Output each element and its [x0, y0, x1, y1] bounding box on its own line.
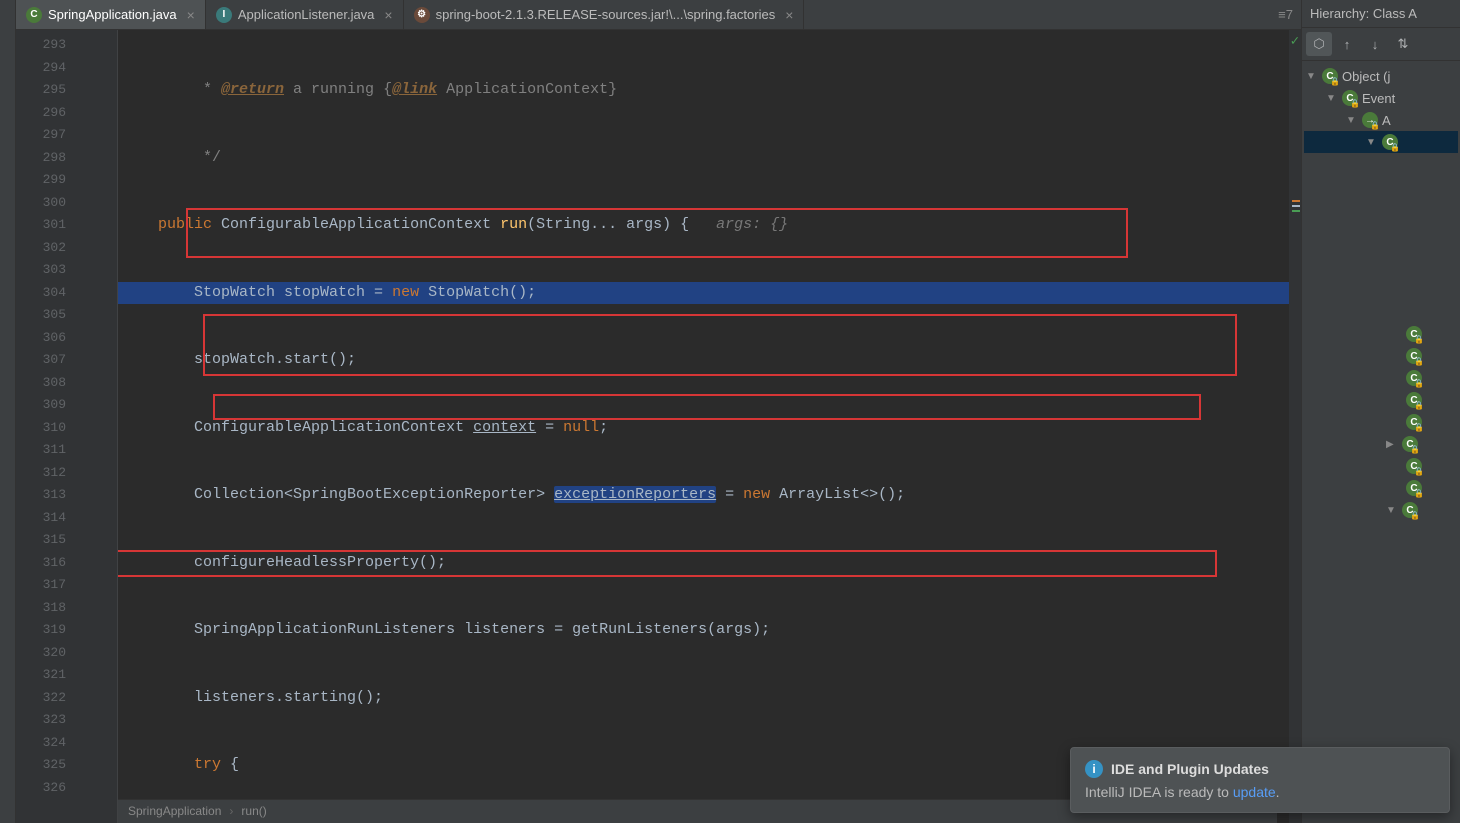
hierarchy-toolbar: ⬡ ↑ ↓ ⇅ — [1302, 28, 1460, 61]
class-icon: C🔒 — [1406, 480, 1422, 496]
tab-label: ApplicationListener.java — [238, 7, 375, 22]
tree-label: A — [1382, 113, 1391, 128]
subtype-hierarchy-button[interactable]: ↓ — [1362, 32, 1388, 56]
inspection-ok-icon: ✓ — [1291, 33, 1299, 50]
breadcrumb-class[interactable]: SpringApplication — [128, 800, 221, 823]
class-icon: C🔒 — [1406, 414, 1422, 430]
code-editor[interactable]: * @return a running {@link ApplicationCo… — [118, 30, 1289, 823]
class-icon: C — [26, 7, 42, 23]
class-icon: C🔒 — [1402, 436, 1418, 452]
breadcrumb-method[interactable]: run() — [241, 800, 266, 823]
tree-row[interactable]: ▼ C🔒 — [1304, 131, 1458, 153]
tree-row[interactable]: ▼C🔒 — [1304, 499, 1458, 521]
chevron-down-icon[interactable]: ▼ — [1306, 71, 1318, 82]
class-hierarchy-button[interactable]: ⬡ — [1306, 32, 1332, 56]
tree-row[interactable]: C🔒 — [1304, 455, 1458, 477]
tab-spring-application[interactable]: C SpringApplication.java × — [16, 0, 206, 29]
tab-label: SpringApplication.java — [48, 7, 177, 22]
notification-popup[interactable]: i IDE and Plugin Updates IntelliJ IDEA i… — [1070, 747, 1450, 813]
chevron-down-icon[interactable]: ▼ — [1346, 115, 1358, 126]
class-icon: C🔒 — [1322, 68, 1338, 84]
update-link[interactable]: update — [1233, 784, 1276, 800]
class-icon: C🔒 — [1406, 392, 1422, 408]
editor-tabs: C SpringApplication.java × I Application… — [16, 0, 1301, 30]
tree-row[interactable]: ▼ →🔒 A — [1304, 109, 1458, 131]
fold-gutter — [76, 30, 118, 823]
file-icon: ⚙ — [414, 7, 430, 23]
hierarchy-panel: Hierarchy: Class A ⬡ ↑ ↓ ⇅ ▼ C🔒 Object (… — [1301, 0, 1460, 823]
class-icon: C🔒 — [1406, 370, 1422, 386]
notification-title: IDE and Plugin Updates — [1111, 761, 1269, 777]
chevron-down-icon[interactable]: ▼ — [1366, 137, 1378, 148]
tabs-overflow[interactable]: ≡7 — [1270, 7, 1301, 22]
line-number-gutter: 2932942952962972982993003013023033043053… — [16, 30, 76, 823]
close-icon[interactable]: × — [785, 7, 793, 23]
interface-icon: I — [216, 7, 232, 23]
tree-row[interactable]: C🔒 — [1304, 323, 1458, 345]
chevron-down-icon[interactable]: ▼ — [1326, 93, 1338, 104]
tab-application-listener[interactable]: I ApplicationListener.java × — [206, 0, 404, 29]
tree-row[interactable]: ▶C🔒 — [1304, 433, 1458, 455]
tree-label: Object (j — [1342, 69, 1390, 84]
chevron-right-icon: › — [229, 800, 233, 823]
tree-row[interactable]: ▼ C🔒 Event — [1304, 87, 1458, 109]
class-icon: C🔒 — [1382, 134, 1398, 150]
close-icon[interactable]: × — [384, 7, 392, 23]
class-icon: C🔒 — [1406, 326, 1422, 342]
hierarchy-title: Hierarchy: Class A — [1302, 0, 1460, 28]
tab-spring-factories[interactable]: ⚙ spring-boot-2.1.3.RELEASE-sources.jar!… — [404, 0, 805, 29]
tree-row[interactable]: C🔒 — [1304, 411, 1458, 433]
tree-label: Event — [1362, 91, 1395, 106]
info-icon: i — [1085, 760, 1103, 778]
tree-row[interactable]: C🔒 — [1304, 389, 1458, 411]
error-stripe[interactable]: ✓ — [1289, 30, 1301, 823]
tree-row[interactable]: C🔒 — [1304, 367, 1458, 389]
tree-row[interactable]: C🔒 — [1304, 345, 1458, 367]
tree-row[interactable]: C🔒 — [1304, 477, 1458, 499]
tab-label: spring-boot-2.1.3.RELEASE-sources.jar!\.… — [436, 7, 776, 22]
left-tool-strip[interactable] — [0, 0, 16, 823]
sort-button[interactable]: ⇅ — [1390, 32, 1416, 56]
class-icon: C🔒 — [1406, 458, 1422, 474]
supertype-hierarchy-button[interactable]: ↑ — [1334, 32, 1360, 56]
hierarchy-tree[interactable]: ▼ C🔒 Object (j ▼ C🔒 Event ▼ →🔒 A ▼ C🔒 C🔒 — [1302, 61, 1460, 823]
tree-row[interactable]: ▼ C🔒 Object (j — [1304, 65, 1458, 87]
class-icon: C🔒 — [1402, 502, 1418, 518]
class-icon: C🔒 — [1406, 348, 1422, 364]
class-icon: C🔒 — [1342, 90, 1358, 106]
class-icon: →🔒 — [1362, 112, 1378, 128]
close-icon[interactable]: × — [187, 7, 195, 23]
notification-body: IntelliJ IDEA is ready to update. — [1085, 784, 1435, 800]
